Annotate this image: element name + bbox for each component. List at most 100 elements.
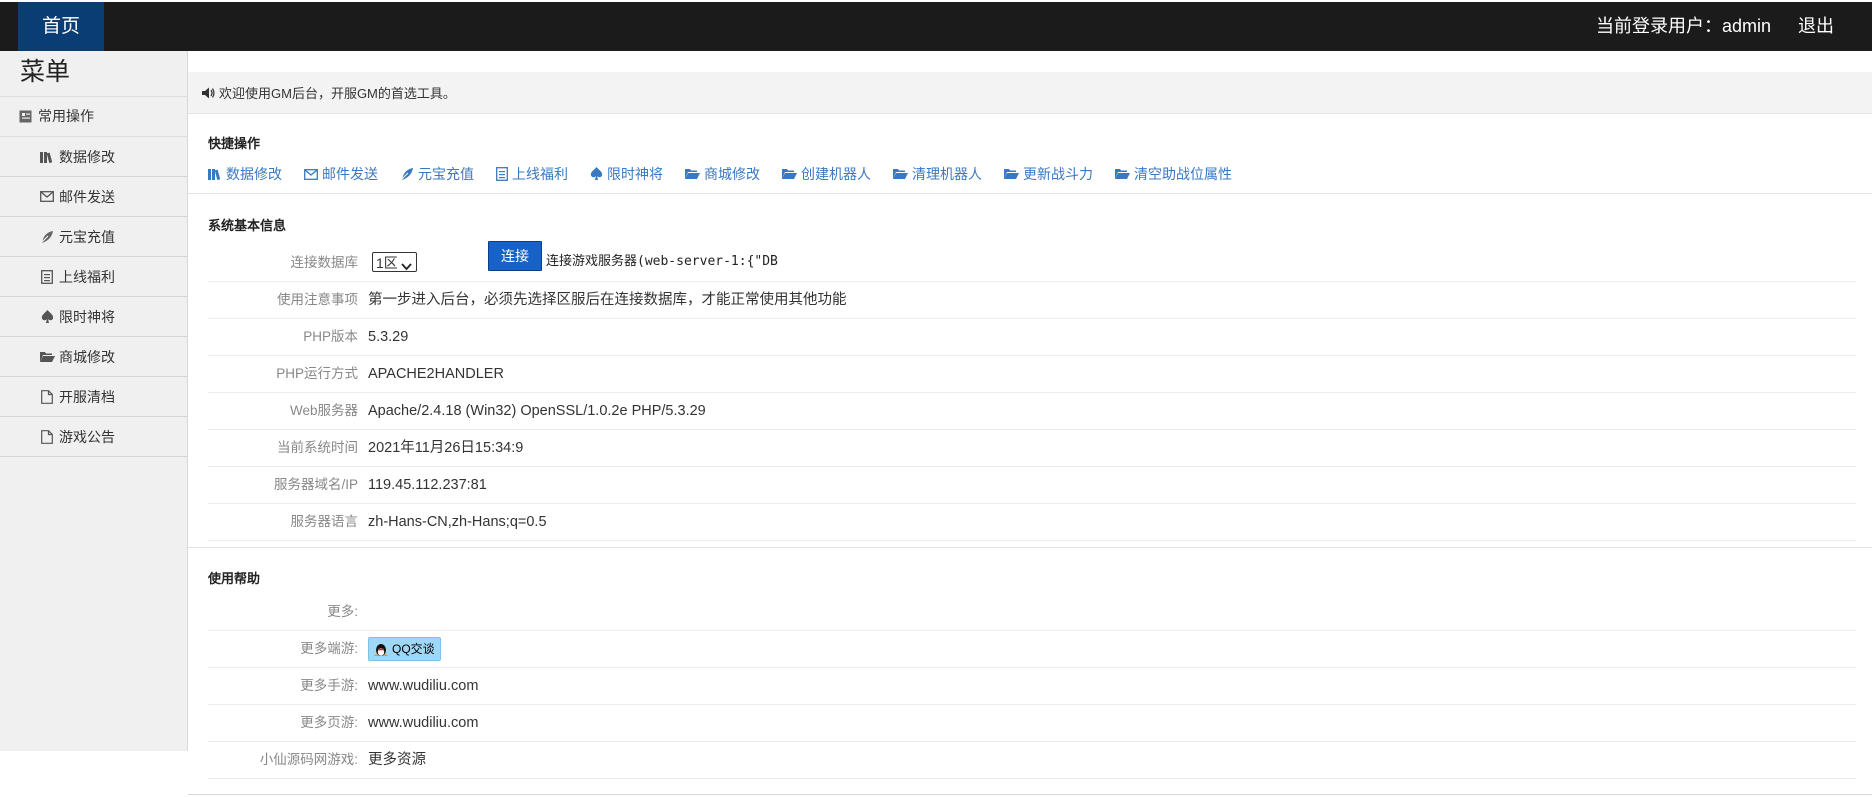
server-zone-select[interactable]: 1区 xyxy=(372,252,417,272)
quick-link-label: 数据修改 xyxy=(226,166,282,182)
row-value: www.wudiliu.com xyxy=(368,715,479,731)
row-value: 第一步进入后台，必须先选择区服后在连接数据库，才能正常使用其他功能 xyxy=(368,292,847,308)
folder-open-icon xyxy=(893,168,908,180)
quick-link-online-bonus[interactable]: 上线福利 xyxy=(496,164,568,184)
table-row: PHP运行方式 APACHE2HANDLER xyxy=(208,356,1856,393)
quick-actions-title: 快捷操作 xyxy=(208,136,261,151)
sidebar-item-data-edit[interactable]: 数据修改 xyxy=(0,137,187,177)
row-value: www.wudiliu.com xyxy=(368,678,479,694)
sidebar: 菜单 常用操作 数据修改 邮件发送 元宝充值 上线福利 限时神将 商城修改 开服… xyxy=(0,51,188,751)
table-row: Web服务器 Apache/2.4.18 (Win32) OpenSSL/1.0… xyxy=(208,393,1856,430)
table-row: 更多手游: www.wudiliu.com xyxy=(208,668,1856,705)
sidebar-item-server-reset[interactable]: 开服清档 xyxy=(0,377,187,417)
sidebar-item-shop-edit[interactable]: 商城修改 xyxy=(0,337,187,377)
row-label: PHP版本 xyxy=(303,329,358,344)
spade-icon xyxy=(590,167,603,181)
row-label: 服务器域名/IP xyxy=(273,477,358,492)
sidebar-item-label: 邮件发送 xyxy=(59,188,115,205)
quick-link-label: 清空助战位属性 xyxy=(1134,166,1232,182)
folder-open-icon xyxy=(39,349,55,365)
row-value: Apache/2.4.18 (Win32) OpenSSL/1.0.2e PHP… xyxy=(368,403,706,419)
table-row: 服务器语言 zh-Hans-CN,zh-Hans;q=0.5 xyxy=(208,504,1856,541)
row-value: APACHE2HANDLER xyxy=(368,366,504,382)
row-label: 更多手游: xyxy=(300,678,358,693)
file-icon xyxy=(39,429,55,445)
sidebar-group-label: 常用操作 xyxy=(38,108,94,124)
sidebar-item-mail-send[interactable]: 邮件发送 xyxy=(0,177,187,217)
quick-link-label: 商城修改 xyxy=(704,166,760,182)
sidebar-item-online-bonus[interactable]: 上线福利 xyxy=(0,257,187,297)
row-label: PHP运行方式 xyxy=(276,366,358,381)
quick-link-limited-hero[interactable]: 限时神将 xyxy=(590,164,663,184)
row-label: 更多页游: xyxy=(300,715,358,730)
table-row: 更多页游: www.wudiliu.com xyxy=(208,705,1856,742)
sidebar-item-recharge[interactable]: 元宝充值 xyxy=(0,217,187,257)
sidebar-item-label: 开服清档 xyxy=(59,388,115,405)
sidebar-item-limited-hero[interactable]: 限时神将 xyxy=(0,297,187,337)
table-row: 更多: xyxy=(208,594,1856,631)
envelope-icon xyxy=(304,168,318,180)
leaf-icon xyxy=(39,229,55,245)
row-label: 小仙源码网游戏: xyxy=(259,752,358,767)
connect-button[interactable]: 连接 xyxy=(488,241,542,271)
quick-link-clear-robot[interactable]: 清理机器人 xyxy=(893,164,982,184)
folder-open-icon xyxy=(685,168,700,180)
row-label: 更多端游: xyxy=(300,641,358,656)
welcome-bar: 欢迎使用GM后台，开服GM的首选工具。 xyxy=(188,72,1872,114)
logout-link[interactable]: 退出 xyxy=(1798,2,1834,51)
list-icon xyxy=(496,167,508,181)
quick-link-clear-assist[interactable]: 清空助战位属性 xyxy=(1115,164,1232,184)
quick-link-label: 创建机器人 xyxy=(801,166,871,182)
file-icon xyxy=(39,389,55,405)
row-label: 服务器语言 xyxy=(290,514,359,529)
divider xyxy=(188,193,1872,194)
system-info-table: 连接数据库 1区 连接 连接游戏服务器(web-server-1:{"DB 使用… xyxy=(208,241,1856,541)
row-label: 使用注意事项 xyxy=(277,292,358,307)
quick-link-update-power[interactable]: 更新战斗力 xyxy=(1004,164,1093,184)
row-value: QQ交谈 xyxy=(368,631,441,667)
table-row: 当前系统时间 2021年11月26日15:34:9 xyxy=(208,430,1856,467)
row-label: 连接数据库 xyxy=(290,255,359,270)
table-row: PHP版本 5.3.29 xyxy=(208,319,1856,356)
current-user-text: 当前登录用户：admin xyxy=(1595,16,1771,36)
sidebar-item-label: 商城修改 xyxy=(59,348,115,365)
sidebar-item-label: 限时神将 xyxy=(59,308,115,325)
sidebar-item-label: 上线福利 xyxy=(59,268,115,285)
system-info-title: 系统基本信息 xyxy=(208,218,287,233)
table-row: 更多端游: QQ交谈 xyxy=(208,631,1856,668)
home-tab[interactable]: 首页 xyxy=(18,2,104,51)
row-label: 当前系统时间 xyxy=(277,440,358,455)
welcome-text: 欢迎使用GM后台，开服GM的首选工具。 xyxy=(219,86,456,101)
row-value: 119.45.112.237:81 xyxy=(368,477,487,493)
books-icon xyxy=(208,168,222,180)
quick-link-label: 更新战斗力 xyxy=(1023,166,1093,182)
row-value: zh-Hans-CN,zh-Hans;q=0.5 xyxy=(368,514,547,530)
quick-link-data-edit[interactable]: 数据修改 xyxy=(208,164,282,184)
quick-actions: 数据修改 邮件发送 元宝充值 上线福利 限时神将 商城修改 创建机器人 清理机器… xyxy=(208,164,1254,184)
row-value: 5.3.29 xyxy=(368,329,409,345)
sidebar-group-common[interactable]: 常用操作 xyxy=(0,97,187,137)
envelope-icon xyxy=(39,189,55,205)
more-resources-link[interactable]: 更多资源 xyxy=(368,742,426,778)
quick-link-label: 上线福利 xyxy=(512,166,568,182)
table-row: 使用注意事项 第一步进入后台，必须先选择区服后在连接数据库，才能正常使用其他功能 xyxy=(208,282,1856,319)
quick-link-label: 元宝充值 xyxy=(418,166,474,182)
folder-open-icon xyxy=(1004,168,1019,180)
qq-chat-button[interactable]: QQ交谈 xyxy=(368,637,441,662)
sidebar-item-game-notice[interactable]: 游戏公告 xyxy=(0,417,187,457)
game-server-field[interactable]: 连接游戏服务器(web-server-1:{"DB xyxy=(546,249,786,275)
quick-link-create-robot[interactable]: 创建机器人 xyxy=(782,164,871,184)
row-label: 更多: xyxy=(327,604,358,619)
help-table: 更多: 更多端游: QQ交谈 更多手游: www.wudiliu.com 更多页… xyxy=(208,594,1856,779)
table-row: 连接数据库 1区 连接 连接游戏服务器(web-server-1:{"DB xyxy=(208,241,1856,282)
table-row: 服务器域名/IP 119.45.112.237:81 xyxy=(208,467,1856,504)
quick-link-shop-edit[interactable]: 商城修改 xyxy=(685,164,760,184)
sidebar-item-label: 元宝充值 xyxy=(59,228,115,245)
qq-penguin-icon xyxy=(374,643,388,656)
quick-link-mail-send[interactable]: 邮件发送 xyxy=(304,164,378,184)
volume-icon xyxy=(202,87,215,99)
select-value: 1区 xyxy=(376,255,398,271)
chevron-down-icon xyxy=(401,256,412,276)
list-icon xyxy=(39,269,55,285)
quick-link-recharge[interactable]: 元宝充值 xyxy=(400,164,474,184)
